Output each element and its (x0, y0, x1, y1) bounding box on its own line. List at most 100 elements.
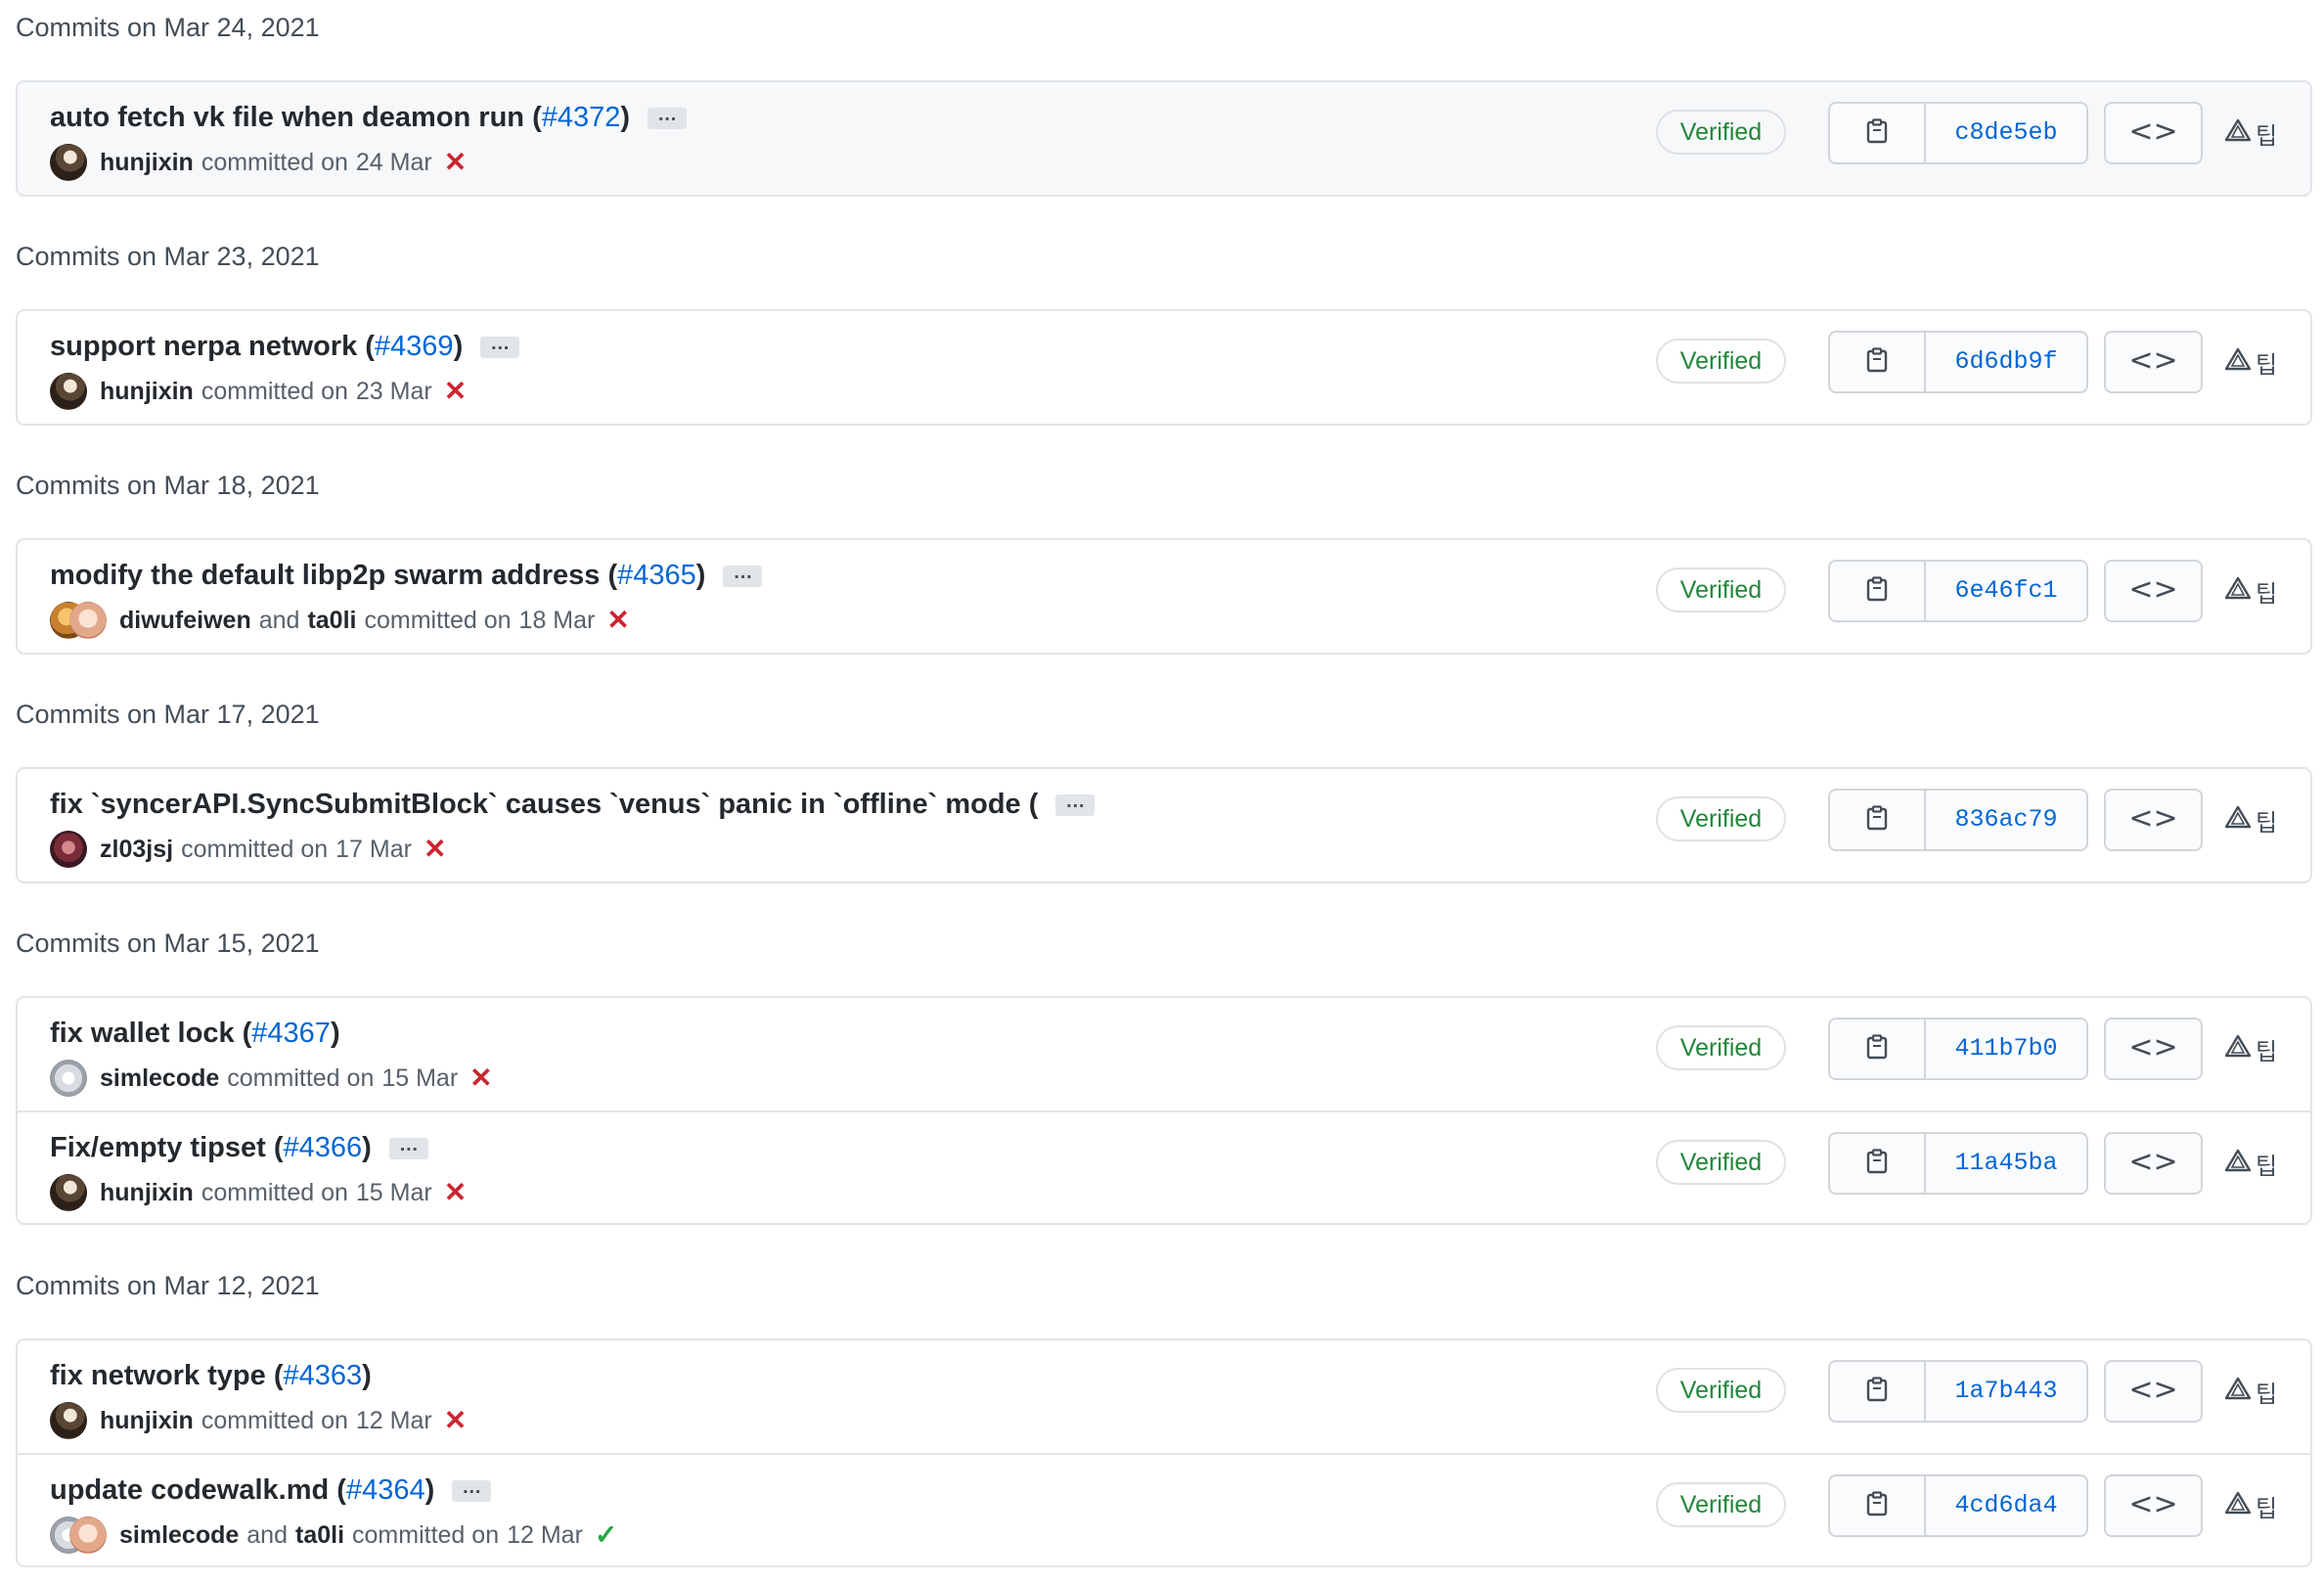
check-status-fail-icon[interactable]: ✕ (444, 378, 467, 405)
avatar[interactable] (50, 1402, 87, 1439)
commit-sha-link[interactable]: 4cd6da4 (1926, 1476, 2086, 1535)
commit-title[interactable]: update codewalk.md (#4364)… (50, 1472, 492, 1508)
browse-repo-button[interactable]: <> (2104, 1360, 2203, 1423)
commit-message-suffix[interactable]: ) (425, 1474, 435, 1506)
copy-sha-button[interactable] (1830, 104, 1926, 162)
pr-link[interactable]: #4363 (284, 1360, 363, 1391)
extension-icons[interactable]: 팁 (2224, 1374, 2277, 1409)
pr-link[interactable]: #4366 (284, 1132, 363, 1163)
author-link[interactable]: hunjixin (100, 1179, 194, 1207)
commit-sha-link[interactable]: c8de5eb (1926, 104, 2086, 162)
pr-link[interactable]: #4364 (346, 1474, 425, 1506)
browse-repo-button[interactable]: <> (2104, 789, 2203, 851)
commit-sha-link[interactable]: 11a45ba (1926, 1134, 2086, 1193)
commit-message-suffix[interactable]: ) (362, 1132, 372, 1163)
check-status-success-icon[interactable]: ✓ (595, 1521, 617, 1549)
warning-triangle-icon[interactable] (2224, 1034, 2252, 1064)
expand-message-button[interactable]: … (480, 334, 520, 359)
author-link[interactable]: hunjixin (100, 378, 194, 406)
warning-triangle-icon[interactable] (2224, 805, 2252, 835)
commit-message-suffix[interactable]: ) (696, 560, 706, 591)
verified-badge[interactable]: Verified (1656, 339, 1786, 384)
author-link[interactable]: hunjixin (100, 149, 194, 177)
extension-icons[interactable]: 팁 (2224, 1488, 2277, 1523)
extension-icons[interactable]: 팁 (2224, 115, 2277, 151)
commit-message[interactable]: update codewalk.md ( (50, 1474, 346, 1506)
verified-badge[interactable]: Verified (1656, 1482, 1786, 1527)
commit-sha-link[interactable]: 6e46fc1 (1926, 562, 2086, 620)
extension-glyph-icon[interactable]: 팁 (2256, 1375, 2277, 1409)
verified-badge[interactable]: Verified (1656, 1368, 1786, 1413)
commit-sha-link[interactable]: 836ac79 (1926, 791, 2086, 849)
avatar[interactable] (69, 1517, 107, 1554)
browse-repo-button[interactable]: <> (2104, 560, 2203, 622)
author-link[interactable]: ta0li (307, 607, 356, 635)
warning-triangle-icon[interactable] (2224, 1149, 2252, 1178)
commit-sha-link[interactable]: 6d6db9f (1926, 333, 2086, 391)
extension-glyph-icon[interactable]: 팁 (2256, 803, 2277, 838)
commit-message[interactable]: fix network type ( (50, 1360, 284, 1391)
expand-message-button[interactable]: … (723, 563, 763, 588)
browse-repo-button[interactable]: <> (2104, 1132, 2203, 1195)
warning-triangle-icon[interactable] (2224, 347, 2252, 377)
avatar[interactable] (69, 602, 107, 639)
commit-message[interactable]: fix `syncerAPI.SyncSubmitBlock` causes `… (50, 789, 1038, 820)
author-link[interactable]: simlecode (100, 1064, 219, 1093)
warning-triangle-icon[interactable] (2224, 118, 2252, 148)
author-link[interactable]: zl03jsj (100, 836, 173, 864)
author-link[interactable]: hunjixin (100, 1407, 194, 1435)
extension-glyph-icon[interactable]: 팁 (2256, 1489, 2277, 1523)
browse-repo-button[interactable]: <> (2104, 1018, 2203, 1080)
copy-sha-button[interactable] (1830, 1476, 1926, 1535)
commit-message-suffix[interactable]: ) (620, 102, 630, 133)
commit-message[interactable]: fix wallet lock ( (50, 1018, 251, 1049)
commit-title[interactable]: modify the default libp2p swarm address … (50, 558, 763, 593)
expand-message-button[interactable]: … (648, 105, 688, 130)
pr-link[interactable]: #4369 (375, 331, 454, 362)
warning-triangle-icon[interactable] (2224, 1377, 2252, 1406)
pr-link[interactable]: #4372 (542, 102, 621, 133)
browse-repo-button[interactable]: <> (2104, 102, 2203, 164)
commit-message-suffix[interactable]: ) (454, 331, 464, 362)
check-status-fail-icon[interactable]: ✕ (424, 836, 446, 863)
expand-message-button[interactable]: … (388, 1135, 428, 1160)
commit-message[interactable]: modify the default libp2p swarm address … (50, 560, 617, 591)
check-status-fail-icon[interactable]: ✕ (444, 1179, 467, 1206)
copy-sha-button[interactable] (1830, 1019, 1926, 1078)
browse-repo-button[interactable]: <> (2104, 331, 2203, 393)
verified-badge[interactable]: Verified (1656, 1140, 1786, 1185)
author-link[interactable]: simlecode (119, 1521, 239, 1550)
commit-sha-link[interactable]: 411b7b0 (1926, 1019, 2086, 1078)
copy-sha-button[interactable] (1830, 333, 1926, 391)
check-status-fail-icon[interactable]: ✕ (469, 1064, 492, 1092)
avatar[interactable] (50, 144, 87, 181)
copy-sha-button[interactable] (1830, 1362, 1926, 1421)
copy-sha-button[interactable] (1830, 562, 1926, 620)
commit-title[interactable]: fix wallet lock (#4367) (50, 1016, 340, 1051)
avatar[interactable] (50, 1060, 87, 1097)
commit-message[interactable]: auto fetch vk file when deamon run ( (50, 102, 542, 133)
avatar[interactable] (50, 831, 87, 868)
commit-message[interactable]: Fix/empty tipset ( (50, 1132, 284, 1163)
copy-sha-button[interactable] (1830, 791, 1926, 849)
verified-badge[interactable]: Verified (1656, 1025, 1786, 1070)
commit-title[interactable]: support nerpa network (#4369)… (50, 329, 520, 364)
browse-repo-button[interactable]: <> (2104, 1474, 2203, 1537)
pr-link[interactable]: #4367 (251, 1018, 331, 1049)
author-link[interactable]: diwufeiwen (119, 607, 251, 635)
verified-badge[interactable]: Verified (1656, 110, 1786, 155)
check-status-fail-icon[interactable]: ✕ (444, 149, 467, 176)
verified-badge[interactable]: Verified (1656, 567, 1786, 612)
warning-triangle-icon[interactable] (2224, 576, 2252, 606)
verified-badge[interactable]: Verified (1656, 796, 1786, 841)
check-status-fail-icon[interactable]: ✕ (444, 1407, 467, 1434)
extension-glyph-icon[interactable]: 팁 (2256, 345, 2277, 380)
extension-icons[interactable]: 팁 (2224, 1031, 2277, 1066)
extension-icons[interactable]: 팁 (2224, 344, 2277, 380)
commit-sha-link[interactable]: 1a7b443 (1926, 1362, 2086, 1421)
pr-link[interactable]: #4365 (617, 560, 696, 591)
extension-icons[interactable]: 팁 (2224, 1146, 2277, 1181)
extension-glyph-icon[interactable]: 팁 (2256, 1032, 2277, 1066)
commit-title[interactable]: fix network type (#4363) (50, 1358, 372, 1393)
extension-glyph-icon[interactable]: 팁 (2256, 116, 2277, 151)
